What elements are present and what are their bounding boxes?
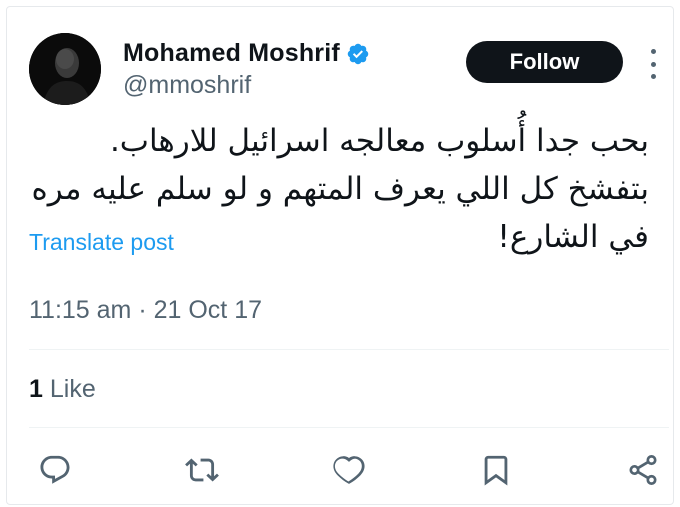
more-dot — [650, 49, 656, 54]
bookmark-icon — [484, 455, 508, 486]
follow-button[interactable]: Follow — [466, 41, 623, 83]
likes-count: 1 — [29, 375, 43, 403]
share-button[interactable] — [617, 444, 669, 496]
author-name-row: Mohamed Moshrif — [123, 39, 370, 68]
divider — [29, 349, 669, 350]
reply-icon — [40, 455, 70, 484]
bookmark-button[interactable] — [470, 444, 522, 496]
tweet-timestamp[interactable]: 11:15 am · 21 Oct 17 — [29, 296, 262, 325]
verified-badge-icon[interactable] — [346, 42, 370, 66]
divider — [29, 427, 669, 428]
more-dot — [650, 61, 656, 67]
translate-post-link[interactable]: Translate post — [29, 229, 174, 256]
repost-button[interactable] — [176, 444, 228, 496]
tweet-card: Mohamed Moshrif @mmoshrif Follow بحب جدا… — [6, 6, 674, 505]
author-display-name[interactable]: Mohamed Moshrif — [123, 39, 340, 68]
more-options-icon[interactable] — [643, 49, 663, 79]
likes-label: Like — [49, 375, 96, 403]
avatar[interactable] — [29, 33, 101, 105]
likes-summary[interactable]: 1 Like — [29, 375, 96, 404]
author-handle[interactable]: @mmoshrif — [123, 71, 251, 100]
like-button[interactable] — [323, 444, 375, 496]
repost-icon — [185, 458, 219, 482]
avatar-photo — [29, 33, 101, 105]
action-bar — [29, 444, 669, 496]
reply-button[interactable] — [29, 444, 81, 496]
more-dot — [650, 74, 656, 79]
share-icon — [629, 455, 657, 485]
like-icon — [333, 456, 365, 484]
